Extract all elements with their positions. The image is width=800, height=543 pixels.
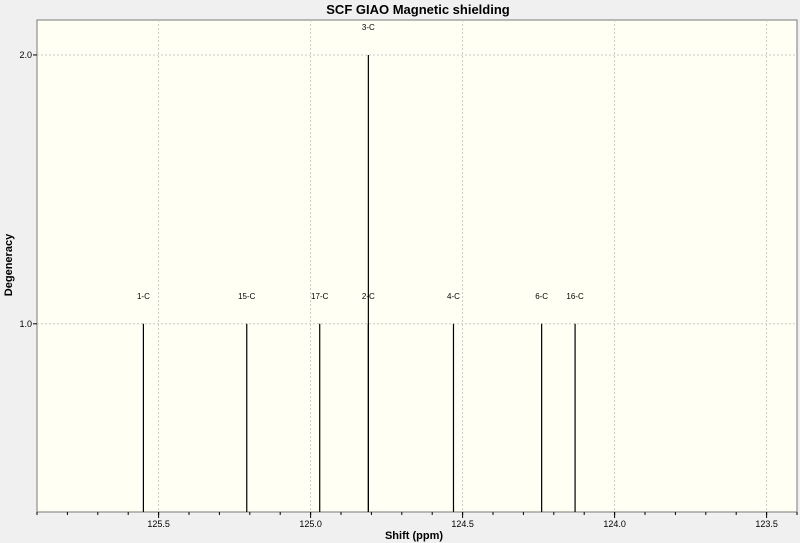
- peak-label-6-C: 6-C: [535, 292, 548, 301]
- y-tick-label: 1.0: [19, 319, 32, 329]
- peak-label-1-C: 1-C: [137, 292, 150, 301]
- nmr-chart: SCF GIAO Magnetic shielding 1-C 15-C 17-C 2…: [0, 0, 800, 543]
- peak-label-2-C: 2-C: [362, 292, 375, 301]
- x-axis-label: Shift (ppm): [385, 530, 443, 542]
- x-tick-label: 123.5: [755, 519, 778, 529]
- peak-label-17-C: 17-C: [311, 292, 329, 301]
- plot-area: [36, 19, 798, 513]
- peak-label-16-C: 16-C: [566, 292, 584, 301]
- x-tick-label: 124.0: [603, 519, 626, 529]
- x-tick-label: 125.5: [147, 519, 170, 529]
- y-tick-label: 2.0: [19, 50, 32, 60]
- y-axis-label: Degeneracy: [3, 233, 15, 296]
- x-tick-label: 124.5: [451, 519, 474, 529]
- peak-label-4-C: 4-C: [447, 292, 460, 301]
- x-tick-label: 125.0: [299, 519, 322, 529]
- peak-label-3-C: 3-C: [362, 23, 375, 32]
- chart-title: SCF GIAO Magnetic shielding: [326, 2, 510, 17]
- peak-label-15-C: 15-C: [238, 292, 256, 301]
